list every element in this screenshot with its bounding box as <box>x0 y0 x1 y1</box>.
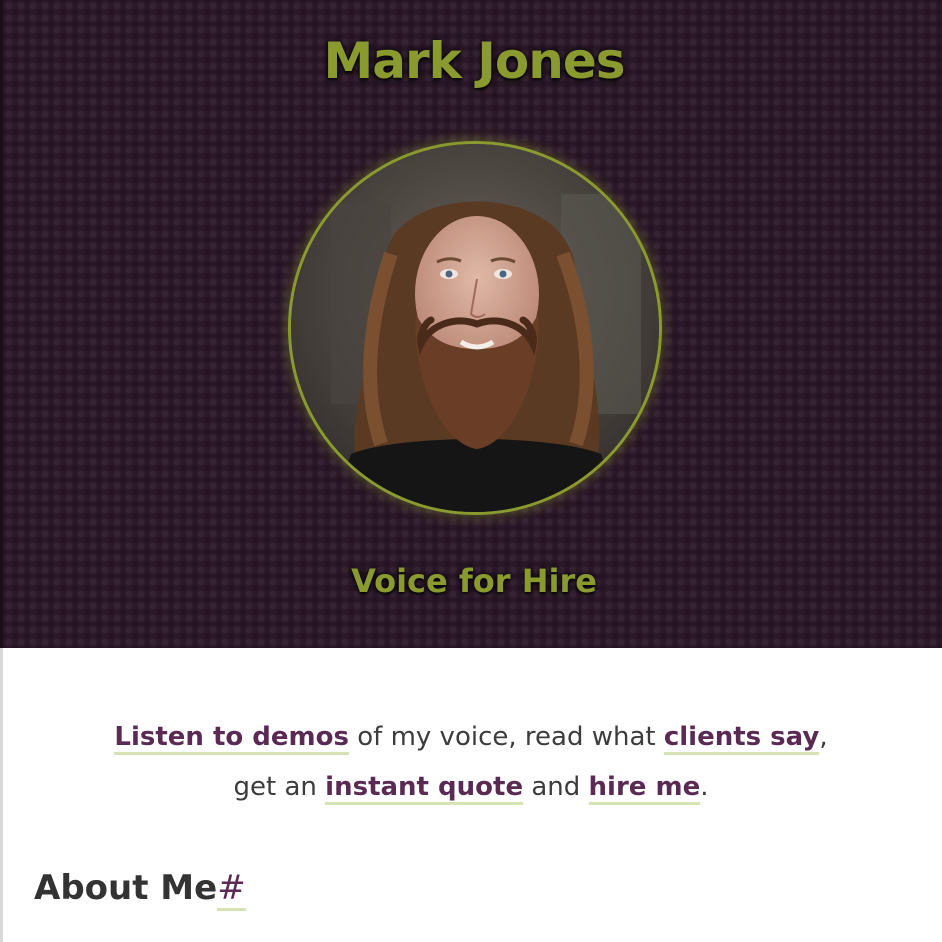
intro-text: , <box>819 722 828 752</box>
site-title[interactable]: Mark Jones <box>3 32 942 90</box>
intro-text: and <box>523 772 589 802</box>
hire-me-link[interactable]: hire me <box>588 772 701 805</box>
about-heading-text: About Me <box>34 868 218 908</box>
site-subtitle: Voice for Hire <box>351 562 597 600</box>
instant-quote-link[interactable]: instant quote <box>325 772 524 805</box>
about-anchor-link[interactable]: # <box>217 868 246 911</box>
portrait-image <box>291 144 659 512</box>
intro-text: get an <box>233 772 326 802</box>
intro-text: of my voice, read what <box>348 722 664 752</box>
listen-to-demos-link[interactable]: Listen to demos <box>114 722 349 755</box>
intro-paragraph: Listen to demos of my voice, read what c… <box>0 712 942 812</box>
profile-portrait <box>288 141 662 515</box>
intro-text: . <box>700 772 709 802</box>
clients-say-link[interactable]: clients say <box>663 722 820 755</box>
site-header: Mark Jones Voice for Hire <box>0 0 942 648</box>
about-me-heading: About Me# <box>34 868 246 911</box>
